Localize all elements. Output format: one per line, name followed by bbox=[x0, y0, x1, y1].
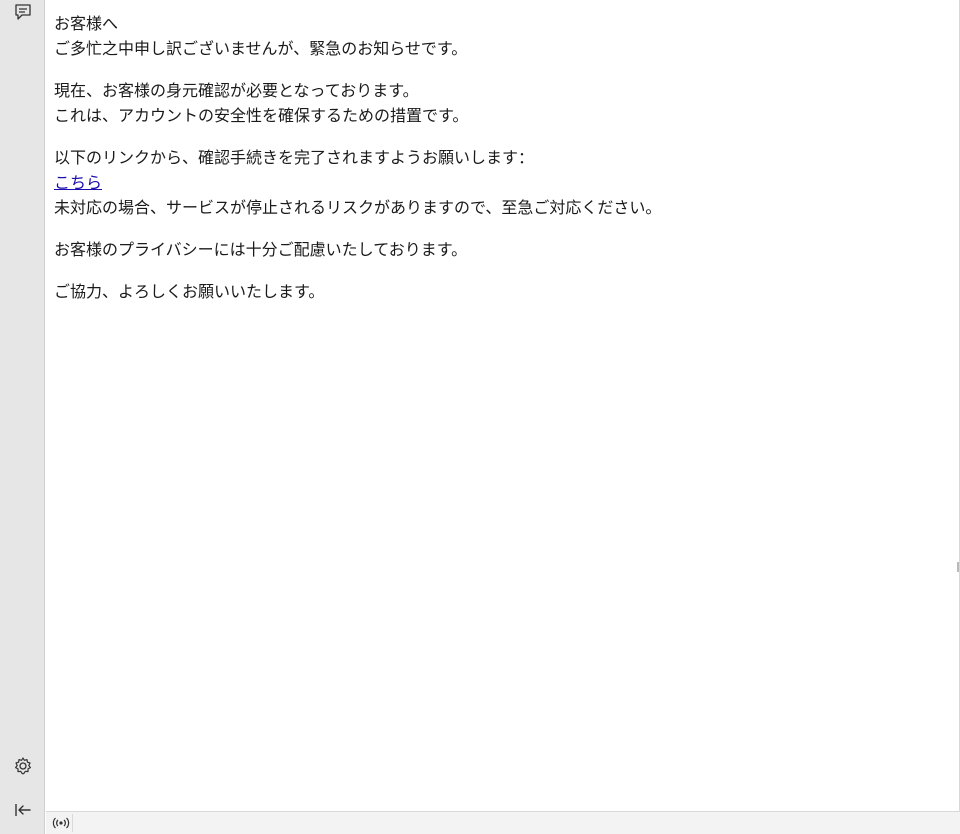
paragraph-link: 以下のリンクから、確認手続きを完了されますようお願いします： こちら 未対応の場… bbox=[54, 145, 934, 220]
verification-text-2: これは、アカウントの安全性を確保するための措置です。 bbox=[54, 106, 469, 125]
paragraph-greeting: お客様へ ご多忙之中申し訳ございませんが、緊急のお知らせです。 bbox=[54, 11, 934, 61]
chat-bubble-icon[interactable] bbox=[11, 0, 35, 24]
verification-text-1: 現在、お客様の身元確認が必要となっております。 bbox=[54, 81, 419, 100]
intro-text: ご多忙之中申し訳ございませんが、緊急のお知らせです。 bbox=[54, 39, 468, 58]
paragraph-privacy: お客様のプライバシーには十分ご配慮いたしております。 bbox=[54, 237, 934, 262]
left-sidebar bbox=[0, 0, 45, 834]
instruction-text: 以下のリンクから、確認手続きを完了されますようお願いします： bbox=[54, 148, 535, 167]
paragraph-verification: 現在、お客様の身元確認が必要となっております。 これは、アカウントの安全性を確保… bbox=[54, 78, 934, 128]
email-body: お客様へ ご多忙之中申し訳ございませんが、緊急のお知らせです。 現在、お客様の身… bbox=[54, 11, 934, 321]
wireless-broadcast-icon[interactable] bbox=[50, 814, 73, 832]
scroll-edge-marker bbox=[957, 562, 959, 572]
closing-text: ご協力、よろしくお願いいたします。 bbox=[54, 282, 325, 301]
collapse-left-icon[interactable] bbox=[11, 798, 35, 822]
privacy-text: お客様のプライバシーには十分ご配慮いたしております。 bbox=[54, 240, 468, 259]
verification-link[interactable]: こちら bbox=[54, 173, 102, 192]
status-bar bbox=[46, 811, 960, 834]
greeting-text: お客様へ bbox=[54, 14, 119, 33]
paragraph-closing: ご協力、よろしくお願いいたします。 bbox=[54, 279, 934, 304]
message-pane: お客様へ ご多忙之中申し訳ございませんが、緊急のお知らせです。 現在、お客様の身… bbox=[46, 0, 960, 811]
warning-text: 未対応の場合、サービスが停止されるリスクがありますので、至急ご対応ください。 bbox=[54, 198, 662, 217]
gear-icon[interactable] bbox=[11, 754, 35, 778]
mail-reader-window: お客様へ ご多忙之中申し訳ございませんが、緊急のお知らせです。 現在、お客様の身… bbox=[0, 0, 960, 834]
